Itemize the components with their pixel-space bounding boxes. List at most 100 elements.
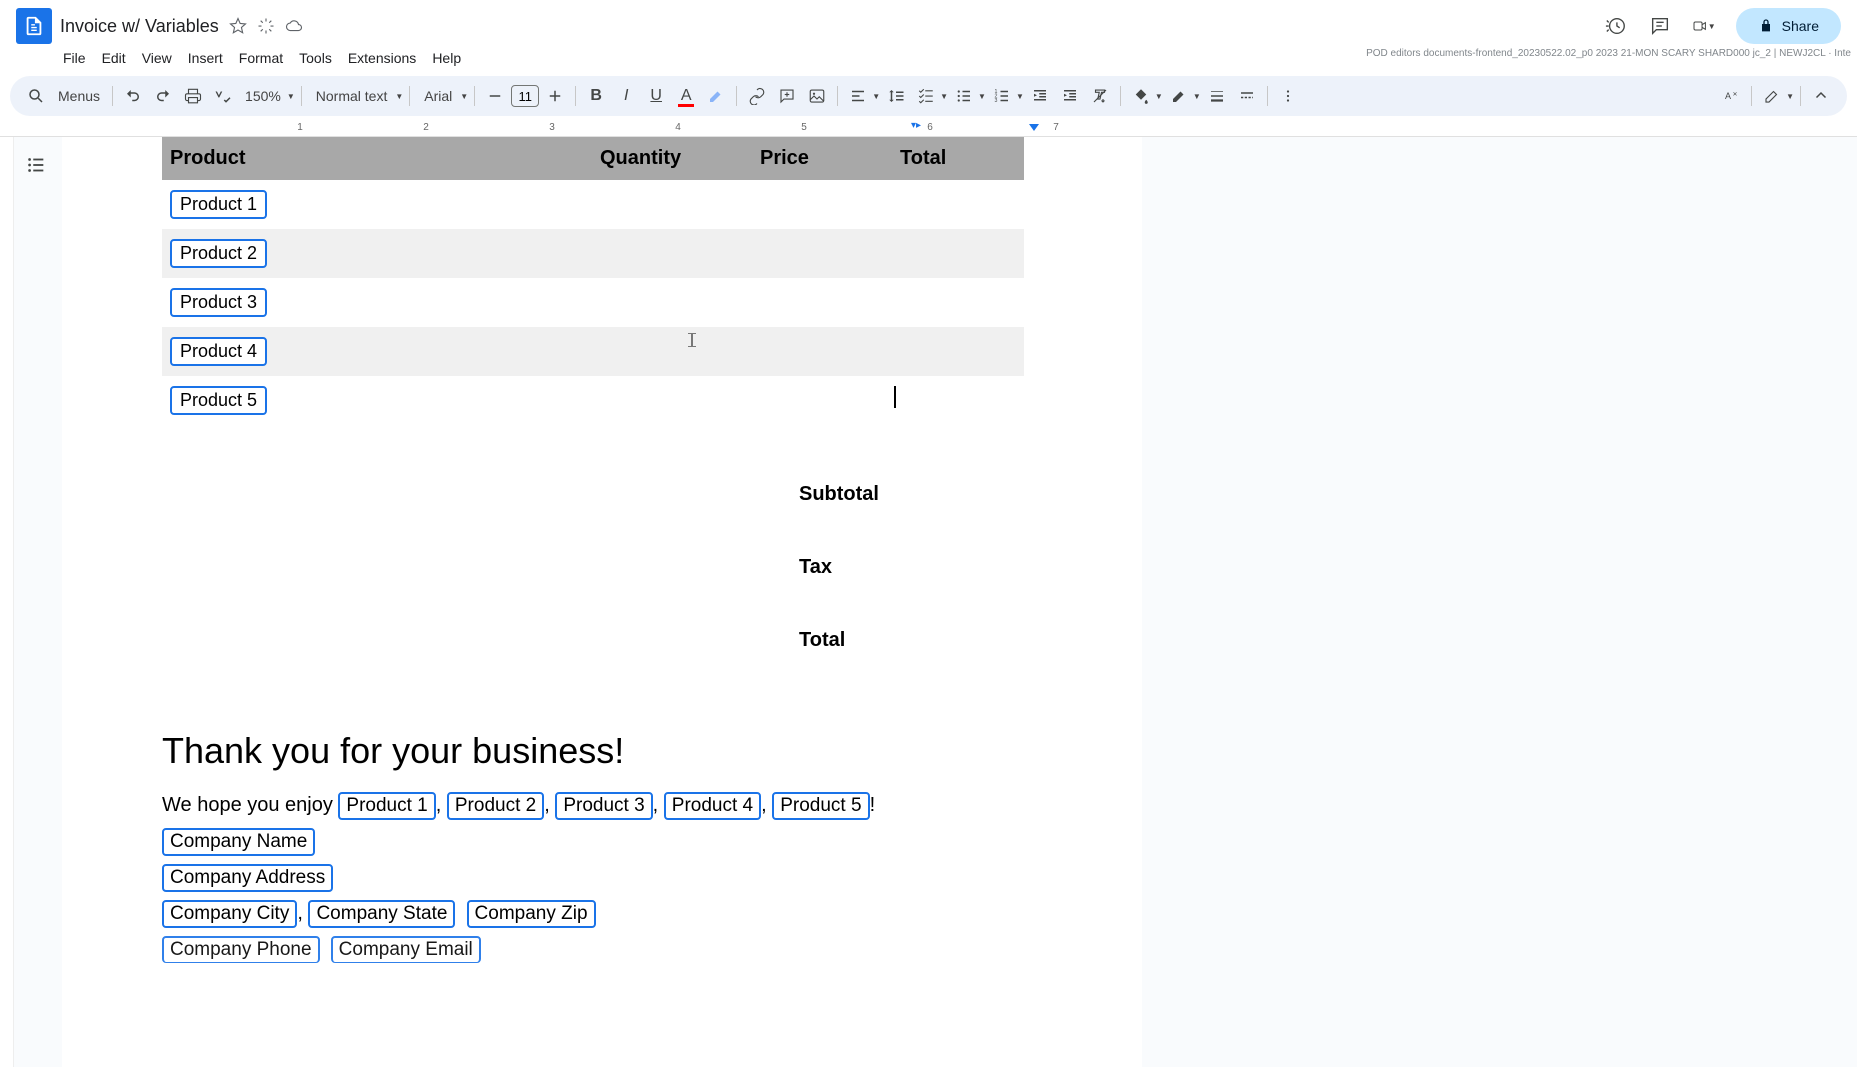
right-margin-marker-icon[interactable]: [1029, 124, 1039, 131]
meet-icon[interactable]: ▼: [1692, 14, 1716, 38]
menu-edit[interactable]: Edit: [95, 48, 133, 72]
ax-icon[interactable]: A✕: [1717, 82, 1745, 110]
variable-chip[interactable]: Product 2: [170, 239, 267, 268]
variable-chip[interactable]: Product 1: [338, 792, 435, 820]
variable-chip[interactable]: Product 5: [170, 386, 267, 415]
docs-logo[interactable]: [16, 8, 52, 44]
search-menus[interactable]: Menus: [52, 88, 106, 104]
subtotal-label[interactable]: Subtotal: [799, 465, 1142, 524]
share-button[interactable]: Share: [1736, 8, 1841, 44]
table-row[interactable]: Product 3: [162, 278, 1024, 327]
decrease-font-icon[interactable]: [481, 82, 509, 110]
variable-chip[interactable]: Company Email: [331, 936, 481, 963]
collapse-icon[interactable]: [1807, 82, 1835, 110]
we-hope-line[interactable]: We hope you enjoy Product 1, Product 2, …: [162, 792, 1142, 820]
company-city-line[interactable]: Company City, Company State Company Zip: [162, 900, 1142, 928]
insert-image-icon[interactable]: [803, 82, 831, 110]
menu-format[interactable]: Format: [232, 48, 290, 72]
text-color-icon[interactable]: A: [672, 82, 700, 110]
checklist-icon[interactable]: [912, 82, 940, 110]
variable-chip[interactable]: Product 5: [772, 792, 869, 820]
clear-format-icon[interactable]: [1086, 82, 1114, 110]
chevron-down-icon: ▼: [287, 92, 295, 101]
table-header-row[interactable]: Product Quantity Price Total: [162, 137, 1024, 180]
share-label: Share: [1782, 18, 1819, 34]
italic-icon[interactable]: I: [612, 82, 640, 110]
cloud-status-icon[interactable]: [285, 17, 303, 35]
redo-icon[interactable]: [149, 82, 177, 110]
outline-toggle-icon[interactable]: [20, 149, 52, 181]
comment-icon[interactable]: [1648, 14, 1672, 38]
variable-chip[interactable]: Company Name: [162, 828, 315, 856]
variable-chip[interactable]: Company City: [162, 900, 297, 928]
insert-link-icon[interactable]: [743, 82, 771, 110]
company-address-line[interactable]: Company Address: [162, 864, 1142, 892]
paragraph-style[interactable]: Normal text: [308, 88, 396, 104]
table-row[interactable]: Product 2: [162, 229, 1024, 278]
line-spacing-icon[interactable]: [882, 82, 910, 110]
star-icon[interactable]: [229, 17, 247, 35]
thank-you-heading[interactable]: Thank you for your business!: [162, 730, 1142, 772]
chevron-down-icon: ▼: [1193, 92, 1201, 101]
variable-chip[interactable]: Product 3: [555, 792, 652, 820]
menu-extensions[interactable]: Extensions: [341, 48, 423, 72]
company-name-line[interactable]: Company Name: [162, 828, 1142, 856]
move-icon[interactable]: [257, 17, 275, 35]
editing-mode-icon[interactable]: [1758, 82, 1786, 110]
variable-chip[interactable]: Company State: [308, 900, 455, 928]
spellcheck-icon[interactable]: [209, 82, 237, 110]
undo-icon[interactable]: [119, 82, 147, 110]
variable-chip[interactable]: Product 4: [170, 337, 267, 366]
align-icon[interactable]: [844, 82, 872, 110]
table-row[interactable]: Product 4: [162, 327, 1024, 376]
bullet-list-icon[interactable]: [950, 82, 978, 110]
history-icon[interactable]: [1604, 14, 1628, 38]
variable-chip[interactable]: Company Phone: [162, 936, 320, 963]
th-quantity[interactable]: Quantity: [592, 137, 752, 180]
fill-color-icon[interactable]: [1127, 82, 1155, 110]
tax-label[interactable]: Tax: [799, 538, 1142, 597]
underline-icon[interactable]: U: [642, 82, 670, 110]
variable-chip[interactable]: Company Address: [162, 864, 333, 892]
invoice-table[interactable]: Product Quantity Price Total Product 1 P…: [162, 137, 1024, 425]
table-row[interactable]: Product 1: [162, 180, 1024, 229]
variable-chip[interactable]: Product 1: [170, 190, 267, 219]
border-color-icon[interactable]: [1165, 82, 1193, 110]
table-row[interactable]: Product 5: [162, 376, 1024, 425]
zoom-select[interactable]: 150%: [239, 88, 287, 104]
th-total[interactable]: Total: [892, 137, 1024, 180]
more-icon[interactable]: [1274, 82, 1302, 110]
variable-chip[interactable]: Product 4: [664, 792, 761, 820]
company-contact-line[interactable]: Company Phone Company Email: [162, 936, 1142, 963]
total-label[interactable]: Total: [799, 611, 1142, 670]
horizontal-ruler[interactable]: 1 2 3 4 5 6 7 ▾▸: [45, 120, 1857, 136]
variable-chip[interactable]: Company Zip: [467, 900, 596, 928]
highlight-icon[interactable]: [702, 82, 730, 110]
font-size-input[interactable]: 11: [511, 85, 539, 107]
border-dash-icon[interactable]: [1233, 82, 1261, 110]
variable-chip[interactable]: Product 2: [447, 792, 544, 820]
th-price[interactable]: Price: [752, 137, 892, 180]
indent-marker-icon[interactable]: ▾▸: [911, 120, 921, 131]
increase-font-icon[interactable]: [541, 82, 569, 110]
toolbar-sep: [837, 86, 838, 106]
variable-chip[interactable]: Product 3: [170, 288, 267, 317]
th-product[interactable]: Product: [162, 137, 592, 180]
vertical-ruler[interactable]: [0, 137, 14, 1067]
document-page[interactable]: Product Quantity Price Total Product 1 P…: [62, 137, 1142, 1067]
decrease-indent-icon[interactable]: [1026, 82, 1054, 110]
doc-title[interactable]: Invoice w/ Variables: [60, 16, 219, 37]
menu-file[interactable]: File: [56, 48, 93, 72]
numbered-list-icon[interactable]: 123: [988, 82, 1016, 110]
menu-insert[interactable]: Insert: [181, 48, 230, 72]
menu-help[interactable]: Help: [425, 48, 468, 72]
border-width-icon[interactable]: [1203, 82, 1231, 110]
search-menus-icon[interactable]: [22, 82, 50, 110]
font-family[interactable]: Arial: [416, 88, 460, 104]
add-comment-icon[interactable]: [773, 82, 801, 110]
bold-icon[interactable]: B: [582, 82, 610, 110]
menu-view[interactable]: View: [135, 48, 179, 72]
menu-tools[interactable]: Tools: [292, 48, 339, 72]
increase-indent-icon[interactable]: [1056, 82, 1084, 110]
print-icon[interactable]: [179, 82, 207, 110]
